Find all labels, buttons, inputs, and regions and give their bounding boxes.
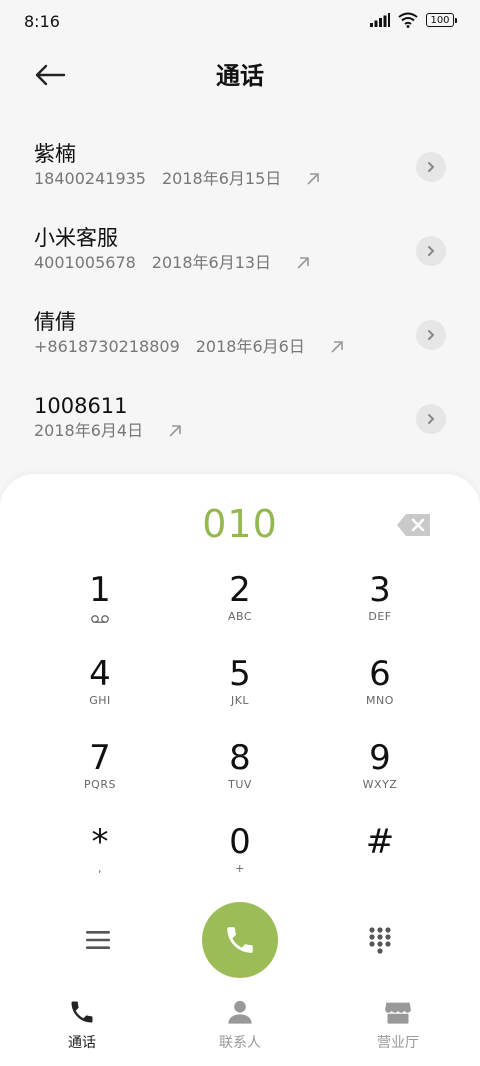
call-name: 小米客服 <box>34 226 118 250</box>
key-letters: + <box>235 862 245 875</box>
nav-label: 通话 <box>68 1035 96 1051</box>
chevron-right-icon <box>428 162 435 172</box>
wifi-icon <box>398 12 418 28</box>
dial-key-7[interactable]: 7 PQRS <box>40 738 160 808</box>
backspace-button[interactable] <box>396 512 432 538</box>
call-number: 4001005678 <box>34 253 136 272</box>
key-digit: 7 <box>89 738 111 778</box>
call-detail-button[interactable] <box>416 404 446 434</box>
signal-icon <box>370 13 390 27</box>
call-item[interactable]: 紫楠 18400241935 2018年6月15日 <box>0 130 480 214</box>
call-number: +8618730218809 <box>34 337 180 356</box>
store-icon <box>385 1002 411 1024</box>
nav-label: 联系人 <box>219 1035 261 1051</box>
nav-label: 营业厅 <box>377 1035 419 1051</box>
call-date: 2018年6月4日 <box>34 421 144 440</box>
key-digit: 1 <box>89 570 111 610</box>
call-sub: +8618730218809 2018年6月6日 <box>34 336 480 358</box>
dialpad-actions <box>0 900 480 980</box>
call-number: 18400241935 <box>34 169 146 188</box>
voicemail-icon <box>91 615 109 623</box>
status-time: 8:16 <box>24 12 60 31</box>
call-sub: 4001005678 2018年6月13日 <box>34 252 480 274</box>
call-name: 紫楠 <box>34 142 76 166</box>
key-digit: # <box>365 822 395 862</box>
key-letters: MNO <box>366 694 394 707</box>
key-digit: 9 <box>369 738 391 778</box>
chevron-right-icon <box>428 414 435 424</box>
call-name: 倩倩 <box>34 310 76 334</box>
key-digit: 5 <box>229 654 251 694</box>
call-name: 1008611 <box>34 394 128 418</box>
call-sub: 18400241935 2018年6月15日 <box>34 168 480 190</box>
nav-item-contacts[interactable]: 联系人 <box>180 998 300 1052</box>
outgoing-call-icon <box>297 257 309 269</box>
key-digit: 8 <box>229 738 251 778</box>
key-letters: JKL <box>230 694 250 707</box>
call-list: 紫楠 18400241935 2018年6月15日 小米客服 400100567… <box>0 130 480 466</box>
dial-key-1[interactable]: 1 <box>40 570 160 640</box>
dial-key-star[interactable]: * , <box>40 822 160 892</box>
keypad-icon <box>369 927 391 954</box>
outgoing-call-icon <box>169 425 181 437</box>
dial-key-6[interactable]: 6 MNO <box>320 654 440 724</box>
nav-item-business-hall[interactable]: 营业厅 <box>338 998 458 1052</box>
key-digit: 2 <box>229 570 251 610</box>
call-date: 2018年6月15日 <box>161 169 282 188</box>
chevron-right-icon <box>428 330 435 340</box>
key-digit: 4 <box>89 654 111 694</box>
key-digit: 0 <box>229 822 251 862</box>
keypad-toggle-button[interactable] <box>360 920 400 960</box>
dial-key-9[interactable]: 9 WXYZ <box>320 738 440 808</box>
outgoing-call-icon <box>331 341 343 353</box>
call-item[interactable]: 1008611 2018年6月4日 <box>0 382 480 466</box>
nav-item-calls[interactable]: 通话 <box>22 998 142 1052</box>
call-sub: 2018年6月4日 <box>34 420 480 442</box>
dial-key-2[interactable]: 2 ABC <box>180 570 300 640</box>
page-title: 通话 <box>216 62 264 90</box>
call-item[interactable]: 倩倩 +8618730218809 2018年6月6日 <box>0 298 480 382</box>
dial-key-4[interactable]: 4 GHI <box>40 654 160 724</box>
menu-icon <box>86 931 110 949</box>
status-bar: 8:16 100 <box>0 0 480 44</box>
header: 通话 <box>0 50 480 100</box>
status-icons: 100 <box>370 12 457 28</box>
key-letters: TUV <box>228 778 252 791</box>
dial-key-hash[interactable]: # <box>320 822 440 892</box>
phone-icon <box>227 927 253 953</box>
call-date: 2018年6月6日 <box>195 337 305 356</box>
key-letters: , <box>98 862 102 875</box>
call-detail-button[interactable] <box>416 152 446 182</box>
chevron-right-icon <box>428 246 435 256</box>
dial-key-0[interactable]: 0 + <box>180 822 300 892</box>
call-button[interactable] <box>202 902 278 978</box>
call-detail-button[interactable] <box>416 236 446 266</box>
menu-button[interactable] <box>78 922 118 958</box>
key-letters: GHI <box>89 694 111 707</box>
key-letters: DEF <box>368 610 392 623</box>
dial-key-5[interactable]: 5 JKL <box>180 654 300 724</box>
key-letters: PQRS <box>84 778 116 791</box>
battery-icon: 100 <box>426 13 457 27</box>
outgoing-call-icon <box>307 173 320 185</box>
dial-key-3[interactable]: 3 DEF <box>320 570 440 640</box>
contacts-icon <box>228 1000 252 1024</box>
key-letters: WXYZ <box>362 778 398 791</box>
key-digit: 3 <box>369 570 391 610</box>
key-digit: 6 <box>369 654 391 694</box>
phone-icon <box>71 1001 93 1023</box>
call-date: 2018年6月13日 <box>151 253 272 272</box>
dial-key-8[interactable]: 8 TUV <box>180 738 300 808</box>
dialpad-panel: 010 1 2 ABC 3 DEF 4 GHI 5 JKL 6 MNO 7 PQ… <box>0 474 480 1066</box>
call-detail-button[interactable] <box>416 320 446 350</box>
bottom-nav: 通话 联系人 营业厅 <box>0 994 480 1066</box>
key-letters: ABC <box>227 610 253 623</box>
call-item[interactable]: 小米客服 4001005678 2018年6月13日 <box>0 214 480 298</box>
key-digit: * <box>91 822 109 862</box>
